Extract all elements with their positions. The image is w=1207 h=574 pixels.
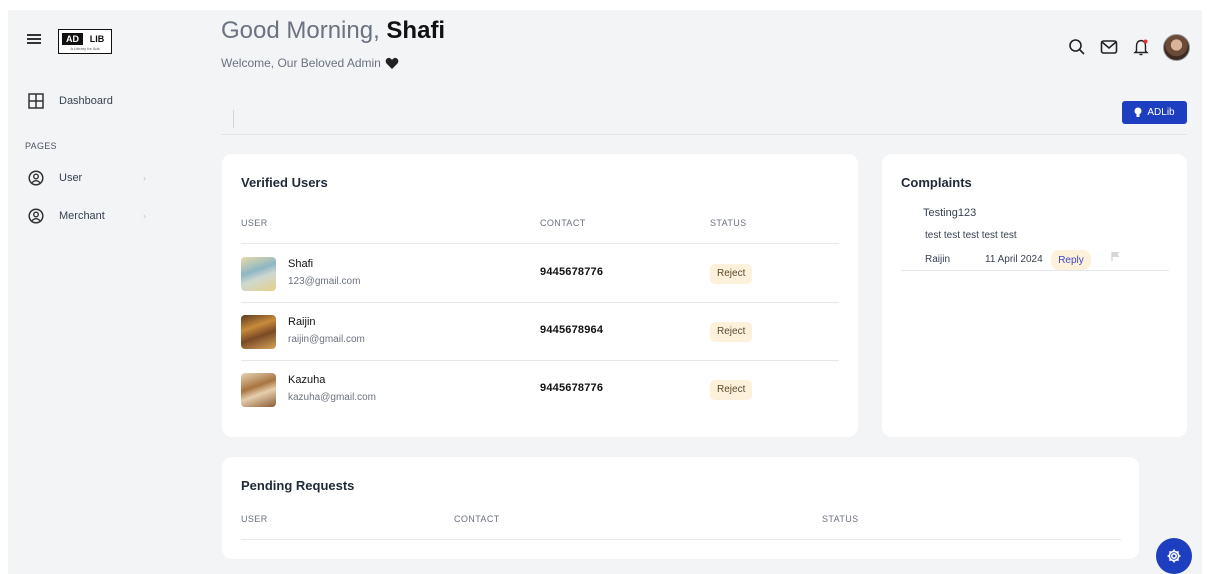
lightbulb-icon: [1134, 107, 1142, 117]
welcome-text: Welcome, Our Beloved Admin: [221, 56, 381, 70]
card-title: Verified Users: [241, 175, 328, 190]
pending-requests-card: Pending Requests USER CONTACT STATUS: [222, 457, 1139, 559]
toolbar-divider: [233, 110, 234, 128]
reply-button[interactable]: Reply: [1051, 250, 1091, 270]
complaint-body: test test test test test: [925, 230, 1017, 241]
page-greeting: Good Morning, Shafi: [221, 17, 445, 45]
column-header-contact: CONTACT: [454, 514, 500, 524]
sidebar: AD LIB A Library for Ads Dashboard PAGES…: [8, 10, 208, 574]
grid-icon: [27, 92, 45, 110]
table-divider: [241, 539, 1121, 540]
avatar[interactable]: [1163, 33, 1190, 61]
column-header-contact: CONTACT: [540, 218, 586, 228]
sidebar-item-merchant[interactable]: Merchant ›: [27, 206, 146, 226]
user-circle-icon: [27, 169, 45, 187]
app-logo[interactable]: AD LIB A Library for Ads: [58, 29, 112, 54]
table-row[interactable]: Kazuha kazuha@gmail.com 9445678776 Rejec…: [222, 360, 858, 418]
complaint-subject: Testing123: [923, 207, 977, 219]
sidebar-item-label: User: [59, 172, 83, 184]
heart-icon: [385, 57, 399, 69]
user-contact: 9445678776: [540, 382, 604, 394]
mail-icon[interactable]: [1099, 37, 1119, 57]
settings-button[interactable]: [1156, 538, 1192, 574]
table-row[interactable]: Raijin raijin@gmail.com 9445678964 Rejec…: [222, 302, 858, 360]
user-avatar: [241, 373, 276, 407]
sidebar-item-dashboard[interactable]: Dashboard: [27, 91, 113, 111]
user-avatar: [241, 315, 276, 349]
sidebar-item-user[interactable]: User ›: [27, 168, 146, 188]
card-title: Pending Requests: [241, 478, 355, 493]
gear-icon: [1167, 549, 1181, 563]
card-title: Complaints: [901, 175, 972, 190]
column-header-status: STATUS: [822, 514, 859, 524]
section-label-pages: PAGES: [25, 141, 57, 151]
column-header-user: USER: [241, 514, 268, 524]
chevron-right-icon: ›: [143, 211, 146, 221]
complaints-card: Complaints Testing123 test test test tes…: [882, 154, 1187, 437]
user-name: Kazuha: [288, 374, 326, 386]
chevron-right-icon: ›: [143, 173, 146, 183]
greeting-user-name: Shafi: [386, 17, 446, 44]
header-actions: [1055, 32, 1190, 62]
user-contact: 9445678964: [540, 324, 604, 336]
complaint-divider: [901, 270, 1169, 271]
user-name: Shafi: [288, 258, 314, 270]
welcome-message: Welcome, Our Beloved Admin: [221, 56, 399, 70]
reject-button[interactable]: Reject: [710, 322, 753, 342]
column-header-user: USER: [241, 218, 268, 228]
user-email: kazuha@gmail.com: [288, 392, 376, 403]
logo-lib: LIB: [89, 34, 105, 44]
user-email: raijin@gmail.com: [288, 334, 365, 345]
app-window: AD LIB A Library for Ads Dashboard PAGES…: [8, 10, 1202, 574]
logo-tagline: A Library for Ads: [70, 46, 100, 51]
header-divider: [221, 134, 1187, 135]
sidebar-item-label: Merchant: [59, 210, 105, 222]
table-row[interactable]: Shafi 123@gmail.com 9445678776 Reject: [222, 244, 858, 302]
logo-ad: AD: [62, 33, 83, 45]
user-avatar: [241, 257, 276, 291]
column-header-status: STATUS: [710, 218, 747, 228]
user-circle-icon: [27, 207, 45, 225]
complaint-user: Raijin: [925, 254, 951, 265]
adlib-button[interactable]: ADLib: [1122, 101, 1187, 124]
flag-icon[interactable]: [1111, 251, 1121, 261]
greeting-text: Good Morning,: [221, 17, 387, 44]
complaint-date: 11 April 2024: [985, 254, 1043, 265]
verified-users-card: Verified Users USER CONTACT STATUS Shafi…: [222, 154, 858, 437]
reject-button[interactable]: Reject: [710, 380, 753, 400]
user-name: Raijin: [288, 316, 316, 328]
user-email: 123@gmail.com: [288, 276, 361, 287]
menu-icon[interactable]: [27, 33, 41, 45]
adlib-button-label: ADLib: [1147, 107, 1175, 118]
reject-button[interactable]: Reject: [710, 264, 753, 284]
user-contact: 9445678776: [540, 266, 604, 278]
search-icon[interactable]: [1067, 37, 1087, 57]
bell-icon[interactable]: [1131, 37, 1151, 57]
sidebar-item-label: Dashboard: [59, 95, 113, 107]
